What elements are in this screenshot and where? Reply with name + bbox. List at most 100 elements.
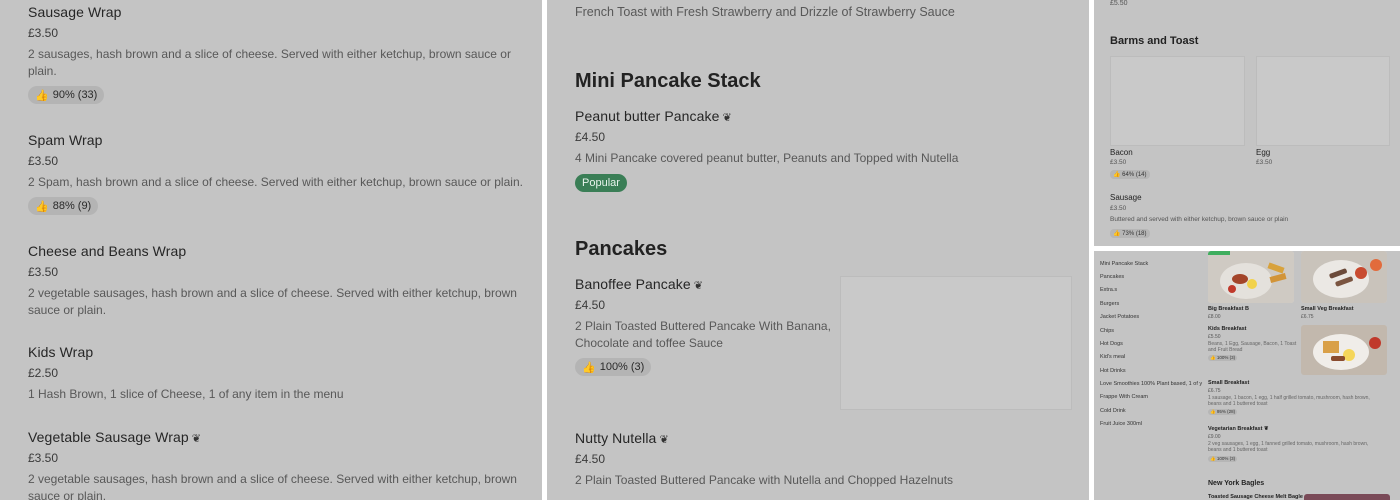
item-price: £3.50: [28, 26, 59, 40]
item-price: £4.50: [575, 452, 606, 466]
item-name: Cheese and Beans Wrap: [28, 243, 187, 259]
sidebar-item[interactable]: Hot Drinks: [1100, 368, 1126, 374]
item-name: Sausage: [1110, 193, 1142, 202]
menu-item-vegetable-sausage-wrap[interactable]: Vegetable Sausage Wrap ❦ £3.50 2 vegetabl…: [28, 429, 526, 500]
breakfast-plate-illustration: [1301, 325, 1387, 375]
thumbs-up-icon: 👍: [1210, 456, 1216, 461]
thumbs-up-icon: 👍: [582, 361, 596, 374]
menu-item-sausage-wrap[interactable]: Sausage Wrap £3.50 2 sausages, hash brow…: [28, 4, 526, 104]
rating-value: 90% (33): [52, 89, 98, 101]
item-name: Vegetarian Breakfast ❦: [1208, 426, 1269, 432]
item-price: £2.50: [28, 366, 59, 380]
sidebar-item[interactable]: Kid's meal: [1100, 354, 1125, 360]
item-price: £8.00: [1208, 314, 1221, 320]
item-description: Buttered and served with either ketchup,…: [1110, 216, 1289, 223]
rating-value: 100% (3): [1216, 355, 1236, 360]
item-description: 2 sausages, hash brown and a slice of ch…: [28, 47, 511, 78]
sidebar-item[interactable]: Chips: [1100, 328, 1114, 334]
item-name: Kids Breakfast: [1208, 326, 1247, 332]
menu-item-banoffee-pancake[interactable]: Banoffee Pancake ❦ £4.50 2 Plain Toasted …: [575, 276, 839, 376]
thumbs-up-icon: 👍: [1210, 409, 1216, 414]
section-heading-mini-pancake-stack: Mini Pancake Stack: [575, 70, 761, 92]
item-price: £3.50: [1256, 159, 1273, 166]
item-price: £6.75: [1208, 388, 1221, 394]
item-name: Banoffee Pancake ❦: [575, 276, 704, 292]
item-price: £3.50: [1110, 159, 1127, 166]
item-image-placeholder[interactable]: [840, 276, 1072, 410]
item-name: Vegetable Sausage Wrap ❦: [28, 429, 202, 445]
item-name: Sausage Wrap: [28, 4, 122, 20]
item-price: £5.50: [1110, 0, 1128, 7]
sidebar-item[interactable]: Love Smoothies 100% Plant based, 1 of y: [1100, 381, 1202, 387]
section-heading-pancakes: Pancakes: [575, 238, 668, 260]
rating-badge: 👍 100% (3): [1208, 355, 1238, 361]
item-name: Kids Wrap: [28, 344, 94, 360]
food-photo-small-veg-breakfast[interactable]: [1301, 251, 1387, 303]
item-image-egg[interactable]: [1256, 56, 1390, 146]
item-name: Toasted Sausage Cheese Melt Bagle: [1208, 494, 1303, 500]
item-description: 1 sausage, 1 bacon, 1 egg, 1 half grille…: [1208, 395, 1370, 407]
thumbs-up-icon: 👍: [1113, 231, 1121, 237]
sidebar-item[interactable]: Mini Pancake Stack: [1100, 261, 1148, 267]
thumbs-up-icon: 👍: [35, 89, 49, 102]
item-name: Peanut butter Pancake ❦: [575, 108, 732, 124]
item-price: £5.50: [1208, 334, 1221, 340]
menu-panel-breakfast-overview: Mini Pancake Stack Pancakes Extra.s Burg…: [1094, 251, 1400, 500]
sidebar-item[interactable]: Extra.s: [1100, 287, 1117, 293]
menu-panel-barms-toast: £5.50 Barms and Toast Bacon £3.50 👍 64% …: [1094, 0, 1400, 246]
vegetarian-leaf-icon: ❦: [191, 433, 202, 445]
item-price: £6.75: [1301, 314, 1314, 320]
section-heading-barms-toast: Barms and Toast: [1110, 35, 1199, 47]
thumbs-up-icon: 👍: [1210, 355, 1216, 360]
item-name: Nutty Nutella ❦: [575, 430, 669, 446]
item-name: Bacon: [1110, 148, 1133, 157]
sidebar-item[interactable]: Jacket Potatoes: [1100, 314, 1139, 320]
item-price: £3.50: [28, 265, 59, 279]
food-photo-bagel[interactable]: [1304, 494, 1390, 500]
breakfast-plate-illustration: [1208, 251, 1294, 303]
item-description: Beans, 1 Egg, Sausage, Bacon, 1 Toast an…: [1208, 341, 1297, 353]
thumbs-up-icon: 👍: [1113, 172, 1121, 178]
rating-badge: 👍 100% (3): [575, 358, 652, 376]
item-description: 2 Spam, hash brown and a slice of cheese…: [28, 175, 523, 189]
menu-item-nutty-nutella[interactable]: Nutty Nutella ❦ £4.50 2 Plain Toasted But…: [575, 430, 1069, 489]
item-name: Small Breakfast: [1208, 380, 1250, 386]
menu-item-kids-wrap[interactable]: Kids Wrap £2.50 1 Hash Brown, 1 slice of…: [28, 344, 526, 403]
item-name: Big Breakfast B: [1208, 306, 1249, 312]
menu-item-peanut-butter-pancake[interactable]: Peanut butter Pancake ❦ £4.50 4 Mini Panc…: [575, 108, 1069, 192]
item-price: £4.50: [575, 298, 606, 312]
sidebar-item[interactable]: Hot Dogs: [1100, 341, 1123, 347]
item-name: Egg: [1256, 148, 1271, 157]
sidebar-item[interactable]: Burgers: [1100, 301, 1119, 307]
food-photo-big-breakfast[interactable]: [1208, 251, 1294, 303]
food-photo-kids-breakfast[interactable]: [1301, 325, 1387, 375]
sidebar-item[interactable]: Pancakes: [1100, 274, 1124, 280]
item-description: 2 vegetable sausages, hash brown and a s…: [28, 286, 517, 317]
vegetarian-leaf-icon: ❦: [659, 434, 669, 446]
menu-item-cheese-beans-wrap[interactable]: Cheese and Beans Wrap £3.50 2 vegetable …: [28, 243, 526, 319]
sidebar-item[interactable]: Fruit Juice 300ml: [1100, 421, 1142, 427]
item-image-bacon[interactable]: [1110, 56, 1245, 146]
item-price: £3.50: [28, 451, 59, 465]
sidebar-item[interactable]: Cold Drink: [1100, 408, 1126, 414]
sidebar-item[interactable]: Frappe With Cream: [1100, 394, 1148, 400]
rating-value: 100% (3): [599, 361, 645, 373]
rating-value: 64% (14): [1122, 172, 1147, 178]
menu-item-spam-wrap[interactable]: Spam Wrap £3.50 2 Spam, hash brown and a…: [28, 132, 526, 215]
rating-badge: 👍 88% (9): [28, 197, 99, 215]
rating-value: 95% (28): [1216, 409, 1236, 414]
thumbs-up-icon: 👍: [35, 200, 49, 213]
item-description: 2 vegetable sausages, hash brown and a s…: [28, 472, 517, 500]
item-price: £3.50: [28, 154, 59, 168]
popular-badge: Popular: [575, 174, 627, 192]
section-heading-new-york-bagles: New York Bagles: [1208, 480, 1265, 487]
rating-badge: 👍 73% (18): [1110, 229, 1150, 238]
rating-badge: 👍 90% (33): [28, 86, 105, 104]
menu-panel-pancakes: French Toast with Fresh Strawberry and D…: [547, 0, 1089, 500]
item-description: 2 Plain Toasted Buttered Pancake with Nu…: [575, 473, 954, 487]
rating-badge: 👍 95% (28): [1208, 409, 1238, 415]
item-price: £9.00: [1208, 434, 1221, 440]
vegetarian-leaf-icon: ❦: [722, 112, 732, 124]
vegetarian-leaf-icon: ❦: [1263, 426, 1269, 432]
rating-badge: 👍 64% (14): [1110, 170, 1150, 179]
